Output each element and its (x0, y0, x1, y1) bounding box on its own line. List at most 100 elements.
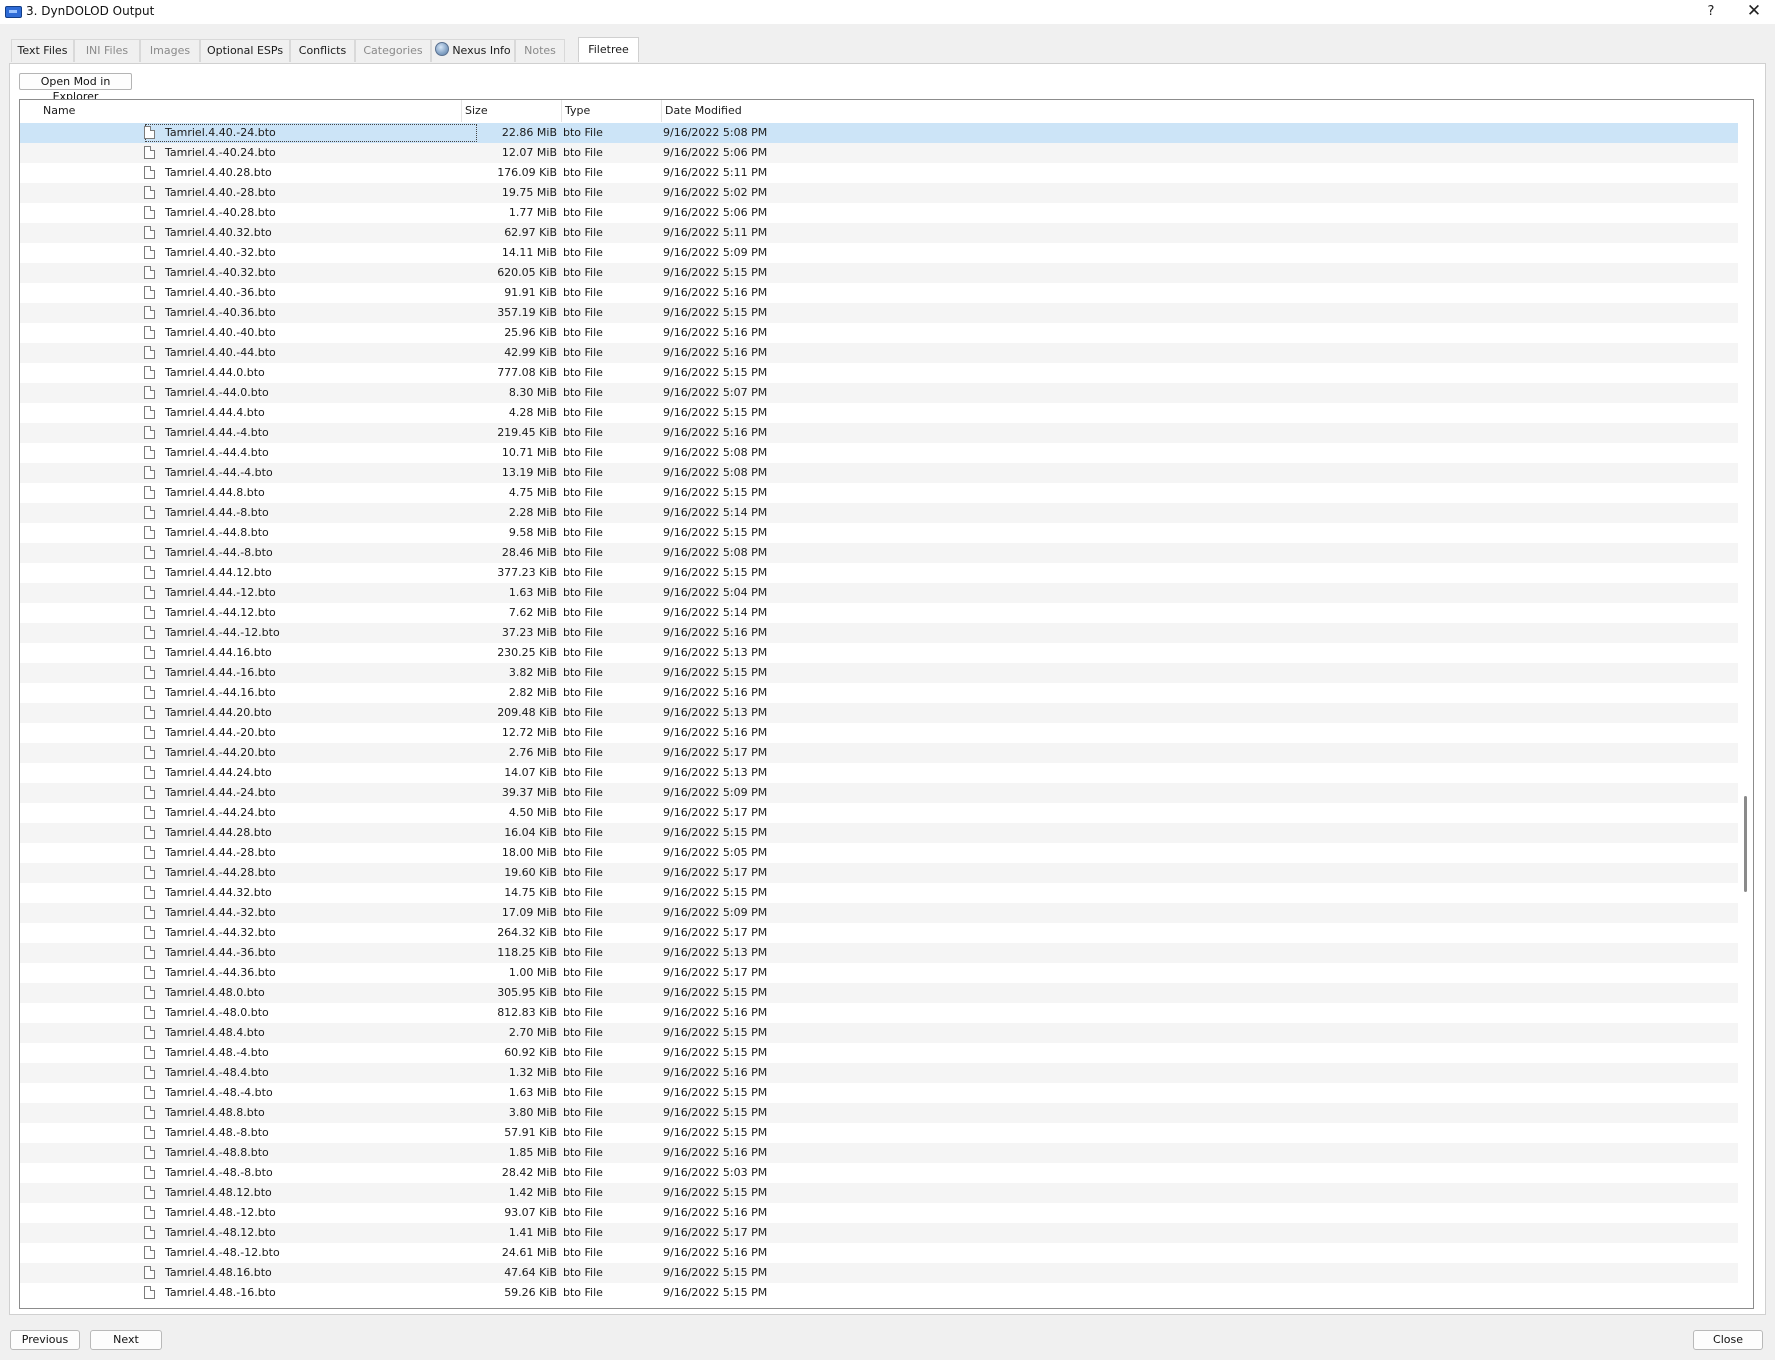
table-row[interactable]: Tamriel.4.48.4.bto 2.70 MiB bto File 9/16/2… (20, 1023, 1738, 1043)
tab-text-files[interactable]: Text Files (11, 39, 74, 62)
file-name-cell: Tamriel.4.44.12.bto (144, 563, 478, 583)
file-size: 118.25 KiB (497, 946, 557, 959)
table-row[interactable]: Tamriel.4.40.-32.bto 14.11 MiB bto File 9/1… (20, 243, 1738, 263)
table-row[interactable]: Tamriel.4.48.-8.bto 57.91 KiB bto File 9/16… (20, 1123, 1738, 1143)
table-row[interactable]: Tamriel.4.-44.20.bto 2.76 MiB bto File 9/16… (20, 743, 1738, 763)
file-type: bto File (563, 626, 603, 639)
file-type: bto File (563, 546, 603, 559)
table-row[interactable]: Tamriel.4.44.32.bto 14.75 KiB bto File 9/16… (20, 883, 1738, 903)
table-row[interactable]: Tamriel.4.44.-28.bto 18.00 MiB bto File 9/1… (20, 843, 1738, 863)
file-name: Tamriel.4.40.-36.bto (165, 286, 276, 299)
table-row[interactable]: Tamriel.4.44.-36.bto 118.25 KiB bto File 9/… (20, 943, 1738, 963)
table-row[interactable]: Tamriel.4.-44.16.bto 2.82 MiB bto File 9/16… (20, 683, 1738, 703)
file-name-cell: Tamriel.4.-48.-8.bto (144, 1163, 478, 1183)
open-mod-in-explorer-button[interactable]: Open Mod in Explorer (19, 73, 132, 103)
table-row[interactable]: Tamriel.4.-40.28.bto 1.77 MiB bto File 9/16… (20, 203, 1738, 223)
table-row[interactable]: Tamriel.4.44.4.bto 4.28 MiB bto File 9/16/2… (20, 403, 1738, 423)
tab-categories[interactable]: Categories (355, 39, 431, 62)
table-row[interactable]: Tamriel.4.48.8.bto 3.80 MiB bto File 9/16/2… (20, 1103, 1738, 1123)
table-row[interactable]: Tamriel.4.-48.-8.bto 28.42 MiB bto File 9/1… (20, 1163, 1738, 1183)
table-row[interactable]: Tamriel.4.44.0.bto 777.08 KiB bto File 9/16… (20, 363, 1738, 383)
table-row[interactable]: Tamriel.4.-44.4.bto 10.71 MiB bto File 9/16… (20, 443, 1738, 463)
tab-nexus-info[interactable]: Nexus Info (431, 39, 515, 62)
table-row[interactable]: Tamriel.4.44.8.bto 4.75 MiB bto File 9/16/2… (20, 483, 1738, 503)
tab-images[interactable]: Images (140, 39, 200, 62)
previous-button[interactable]: Previous (10, 1330, 80, 1350)
table-row[interactable]: Tamriel.4.-48.4.bto 1.32 MiB bto File 9/16/… (20, 1063, 1738, 1083)
table-row[interactable]: Tamriel.4.-44.0.bto 8.30 MiB bto File 9/16/… (20, 383, 1738, 403)
file-name-cell: Tamriel.4.48.16.bto (144, 1263, 478, 1283)
tab-ini-files[interactable]: INI Files (74, 39, 140, 62)
scrollbar-thumb[interactable] (1744, 796, 1747, 892)
table-row[interactable]: Tamriel.4.-44.-8.bto 28.46 MiB bto File 9/1… (20, 543, 1738, 563)
table-row[interactable]: Tamriel.4.44.-24.bto 39.37 MiB bto File 9/1… (20, 783, 1738, 803)
table-row[interactable]: Tamriel.4.44.-20.bto 12.72 MiB bto File 9/1… (20, 723, 1738, 743)
table-row[interactable]: Tamriel.4.48.-12.bto 93.07 KiB bto File 9/1… (20, 1203, 1738, 1223)
help-button[interactable]: ? (1701, 2, 1721, 22)
tab-optional-esps[interactable]: Optional ESPs (200, 39, 290, 62)
table-row[interactable]: Tamriel.4.-44.12.bto 7.62 MiB bto File 9/16… (20, 603, 1738, 623)
table-row[interactable]: Tamriel.4.-44.-4.bto 13.19 MiB bto File 9/1… (20, 463, 1738, 483)
table-row[interactable]: Tamriel.4.44.-8.bto 2.28 MiB bto File 9/16/… (20, 503, 1738, 523)
vertical-scrollbar[interactable] (1738, 123, 1753, 1308)
table-row[interactable]: Tamriel.4.-48.-4.bto 1.63 MiB bto File 9/16… (20, 1083, 1738, 1103)
table-row[interactable]: Tamriel.4.48.-16.bto 59.26 KiB bto File 9/1… (20, 1283, 1738, 1303)
file-size: 1.00 MiB (508, 966, 557, 979)
table-row[interactable]: Tamriel.4.-48.-12.bto 24.61 MiB bto File 9/… (20, 1243, 1738, 1263)
table-row[interactable]: Tamriel.4.-48.8.bto 1.85 MiB bto File 9/16/… (20, 1143, 1738, 1163)
table-row[interactable]: Tamriel.4.44.28.bto 16.04 KiB bto File 9/16… (20, 823, 1738, 843)
tab-label: Optional ESPs (206, 44, 284, 57)
tab-conflicts[interactable]: Conflicts (290, 39, 355, 62)
table-row[interactable]: Tamriel.4.40.-28.bto 19.75 MiB bto File 9/1… (20, 183, 1738, 203)
table-row[interactable]: Tamriel.4.-44.-12.bto 37.23 MiB bto File 9/… (20, 623, 1738, 643)
tab-label: Conflicts (298, 44, 347, 57)
table-row[interactable]: Tamriel.4.-44.8.bto 9.58 MiB bto File 9/16/… (20, 523, 1738, 543)
column-header-date-modified[interactable]: Date Modified (661, 100, 1753, 122)
table-row[interactable]: Tamriel.4.44.20.bto 209.48 KiB bto File 9/1… (20, 703, 1738, 723)
table-row[interactable]: Tamriel.4.44.16.bto 230.25 KiB bto File 9/1… (20, 643, 1738, 663)
table-row[interactable]: Tamriel.4.40.-36.bto 91.91 KiB bto File 9/1… (20, 283, 1738, 303)
table-row[interactable]: Tamriel.4.40.-44.bto 42.99 KiB bto File 9/1… (20, 343, 1738, 363)
table-row[interactable]: Tamriel.4.-44.32.bto 264.32 KiB bto File 9/… (20, 923, 1738, 943)
table-row[interactable]: Tamriel.4.48.16.bto 47.64 KiB bto File 9/16… (20, 1263, 1738, 1283)
file-type: bto File (563, 1106, 603, 1119)
table-row[interactable]: Tamriel.4.40.32.bto 62.97 KiB bto File 9/16… (20, 223, 1738, 243)
table-row[interactable]: Tamriel.4.44.24.bto 14.07 KiB bto File 9/16… (20, 763, 1738, 783)
table-row[interactable]: Tamriel.4.48.12.bto 1.42 MiB bto File 9/16/… (20, 1183, 1738, 1203)
file-date-modified: 9/16/2022 5:15 PM (663, 566, 768, 579)
column-header-type[interactable]: Type (561, 100, 661, 122)
table-row[interactable]: Tamriel.4.-40.36.bto 357.19 KiB bto File 9/… (20, 303, 1738, 323)
table-row[interactable]: Tamriel.4.-44.24.bto 4.50 MiB bto File 9/16… (20, 803, 1738, 823)
table-row[interactable]: Tamriel.4.-48.12.bto 1.41 MiB bto File 9/16… (20, 1223, 1738, 1243)
file-size: 14.11 MiB (501, 246, 557, 259)
table-row[interactable]: Tamriel.4.-48.0.bto 812.83 KiB bto File 9/1… (20, 1003, 1738, 1023)
file-size: 2.82 MiB (508, 686, 557, 699)
table-row[interactable]: Tamriel.4.-44.28.bto 19.60 KiB bto File 9/1… (20, 863, 1738, 883)
file-date-modified: 9/16/2022 5:06 PM (663, 146, 768, 159)
table-row[interactable]: Tamriel.4.44.12.bto 377.23 KiB bto File 9/1… (20, 563, 1738, 583)
table-row[interactable]: Tamriel.4.44.-32.bto 17.09 MiB bto File 9/1… (20, 903, 1738, 923)
table-row[interactable]: Tamriel.4.44.-4.bto 219.45 KiB bto File 9/1… (20, 423, 1738, 443)
column-header-size[interactable]: Size (461, 100, 561, 122)
close-button[interactable]: Close (1693, 1330, 1763, 1350)
tab-notes[interactable]: Notes (515, 39, 565, 62)
table-row[interactable]: Tamriel.4.40.-24.bto 22.86 MiB bto File 9/1… (20, 123, 1738, 143)
file-name: Tamriel.4.44.-32.bto (165, 906, 276, 919)
table-row[interactable]: Tamriel.4.-40.24.bto 12.07 MiB bto File 9/1… (20, 143, 1738, 163)
file-size: 24.61 MiB (501, 1246, 557, 1259)
table-row[interactable]: Tamriel.4.40.28.bto 176.09 KiB bto File 9/1… (20, 163, 1738, 183)
table-row[interactable]: Tamriel.4.40.-40.bto 25.96 KiB bto File 9/1… (20, 323, 1738, 343)
tab-filetree[interactable]: Filetree (578, 37, 639, 62)
table-row[interactable]: Tamriel.4.44.-16.bto 3.82 MiB bto File 9/16… (20, 663, 1738, 683)
table-row[interactable]: Tamriel.4.44.-12.bto 1.63 MiB bto File 9/16… (20, 583, 1738, 603)
file-name-cell: Tamriel.4.48.-12.bto (144, 1203, 478, 1223)
table-row[interactable]: Tamriel.4.48.-4.bto 60.92 KiB bto File 9/16… (20, 1043, 1738, 1063)
table-row[interactable]: Tamriel.4.-40.32.bto 620.05 KiB bto File 9/… (20, 263, 1738, 283)
table-row[interactable]: Tamriel.4.-44.36.bto 1.00 MiB bto File 9/16… (20, 963, 1738, 983)
file-tree[interactable]: Name ^ Size Type Date Modified Tamriel.4… (19, 99, 1754, 1309)
next-button[interactable]: Next (90, 1330, 162, 1350)
table-row[interactable]: Tamriel.4.48.0.bto 305.95 KiB bto File 9/16… (20, 983, 1738, 1003)
window-close-icon[interactable]: ✕ (1741, 0, 1767, 24)
file-size: 60.92 KiB (504, 1046, 557, 1059)
file-date-modified: 9/16/2022 5:16 PM (663, 1206, 768, 1219)
